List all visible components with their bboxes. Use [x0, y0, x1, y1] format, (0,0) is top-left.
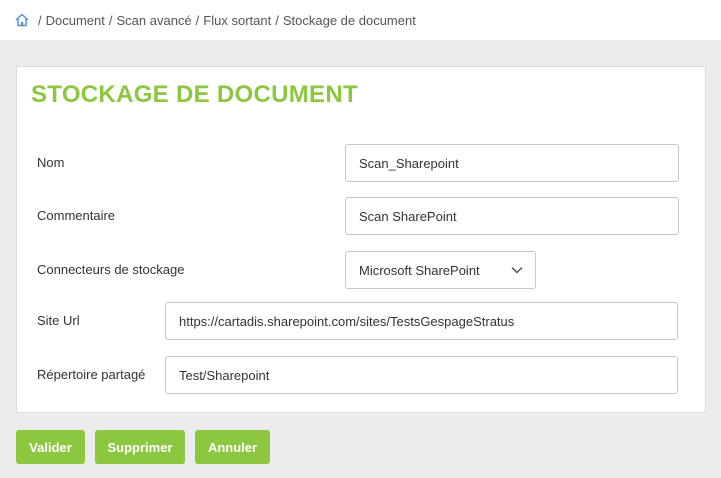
- supprimer-button[interactable]: Supprimer: [95, 430, 185, 464]
- breadcrumb-item-current: Stockage de document: [282, 12, 416, 28]
- breadcrumb-separator: /: [108, 12, 113, 28]
- connecteurs-select[interactable]: Microsoft SharePoint: [345, 251, 536, 289]
- commentaire-label: Commentaire: [37, 208, 116, 223]
- page-title: STOCKAGE DE DOCUMENT: [31, 81, 358, 108]
- site-url-label: Site Url: [37, 313, 80, 328]
- breadcrumb-item-flux-sortant[interactable]: Flux sortant: [203, 13, 271, 28]
- nom-label: Nom: [37, 155, 65, 170]
- valider-button[interactable]: Valider: [16, 430, 85, 464]
- storage-form-panel: STOCKAGE DE DOCUMENT Nom Commentaire Con…: [16, 66, 706, 413]
- breadcrumb-item-scan-avance[interactable]: Scan avancé: [117, 13, 192, 28]
- commentaire-input[interactable]: [345, 197, 679, 235]
- home-icon[interactable]: [14, 12, 30, 28]
- breadcrumb: / Document / Scan avancé / Flux sortant …: [0, 0, 721, 40]
- repertoire-label: Répertoire partagé: [37, 367, 146, 382]
- breadcrumb-separator: /: [275, 12, 279, 28]
- breadcrumb-item-document[interactable]: Document: [46, 13, 105, 28]
- nom-input[interactable]: [345, 144, 679, 182]
- connecteurs-label: Connecteurs de stockage: [37, 262, 185, 277]
- breadcrumb-separator: /: [195, 12, 200, 28]
- connecteurs-selected-value: Microsoft SharePoint: [359, 262, 480, 278]
- breadcrumb-separator: /: [38, 12, 42, 28]
- repertoire-input[interactable]: [165, 356, 678, 394]
- annuler-button[interactable]: Annuler: [195, 430, 270, 464]
- site-url-input[interactable]: [165, 302, 678, 340]
- chevron-down-icon: [511, 266, 523, 274]
